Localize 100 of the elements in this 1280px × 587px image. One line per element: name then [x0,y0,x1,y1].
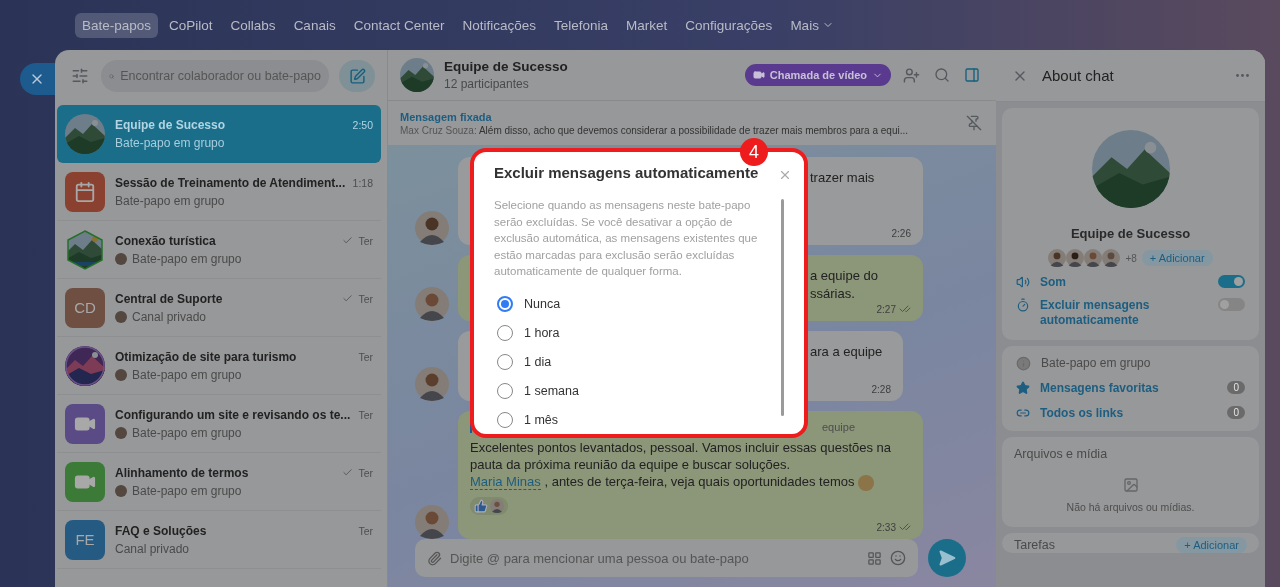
empty-message: Não há arquivos ou mídias. [1066,501,1195,513]
search-placeholder: Encontrar colaborador ou bate-papo [120,69,321,83]
chat-list-item[interactable]: Configurando um site e revisando os te... Ter Bate-papo em grupo [57,395,381,453]
pinned-label: Mensagem fixada [400,110,493,123]
close-icon [778,168,792,182]
chat-time: Ter [358,524,373,537]
chat-time: Ter [358,350,373,363]
chat-time: 2:50 [352,119,373,131]
panel-title: About chat [1042,67,1115,84]
message-text: ara a equipe [810,343,884,361]
more-menu[interactable]: Mais [783,12,841,38]
info-icon [1016,356,1031,371]
send-button[interactable] [928,539,966,577]
send-icon [938,549,956,567]
pen-icon [348,67,366,85]
compose-button[interactable] [339,60,375,92]
chat-time: Ter [358,466,373,479]
chat-subtitle: Canal privado [132,309,207,324]
link-icon [1016,406,1030,420]
chat-title: Conexão turística [115,233,217,248]
thumbs-up-icon [474,498,488,513]
chat-subtitle: Bate-papo em grupo [132,425,242,440]
chat-subtitle: Bate-papo em grupo [132,367,242,382]
chat-list-item[interactable]: Equipe de Sucesso 2:50 Bate-papo em grupo [57,105,381,163]
user-avatar [1084,249,1103,267]
input-placeholder: Digite @ para mencionar uma pessoa ou bate-papo [450,550,750,566]
chat-list-item[interactable]: Sessão de Treinamento de Atendiment... 1:18 Bate-papo em grupo [57,163,381,221]
nav-tab[interactable]: Market [619,12,675,38]
nav-tab[interactable]: Contact Center [346,12,452,38]
chat-title: Alinhamento de termos [115,465,250,480]
more-icon [1236,74,1249,77]
chat-title: Equipe de Sucesso [444,59,569,75]
nav-tab[interactable]: Notificações [455,12,543,38]
section-title: Arquivos e mídia [1014,447,1109,461]
add-user-icon [903,66,920,84]
radio-option[interactable]: 1 hora [494,318,773,348]
chat-time: Ter [358,292,373,305]
setting-label: Excluir mensagens automaticamente [1040,298,1151,328]
chat-name: Equipe de Sucesso [1070,226,1191,241]
pinned-message: Max Cruz Souza: Além disso, acho que devemos considerar a possibilidade de trazer mais membros para a equi... [400,124,910,136]
nav-tab[interactable]: Collabs [223,12,283,38]
user-avatar [415,505,449,539]
toggle-switch[interactable] [1218,275,1245,288]
chat-subtitle: Bate-papo em grupo [132,251,242,266]
chat-title: FAQ e Soluções [115,523,208,538]
message-time: 2:26 [891,228,911,239]
speaker-icon [1016,275,1030,289]
message-text: a equipe do [810,267,879,285]
chat-list-item[interactable]: Otimização de site para turismo Ter Bate-papo em grupo [57,337,381,395]
apps-icon [867,550,882,566]
chat-list-item[interactable]: Alinhamento de termos Ter Bate-papo em grupo [57,453,381,511]
pin-icon [966,115,982,132]
chat-time: 1:18 [352,176,373,189]
nav-tab[interactable]: Telefonia [547,12,616,38]
message-time: 2:28 [871,384,891,395]
emoji-icon [858,474,875,491]
chat-list-item[interactable]: FE FAQ e Soluções Ter Canal privado [57,511,381,569]
chat-title: Central de Suporte [115,291,224,306]
user-avatar [415,367,449,401]
chat-title: Otimização de site para turismo [115,349,298,364]
search-icon [934,67,950,84]
modal-description: Selecione quando as mensagens neste bate-papo serão excluídas. Se você desativar a opção de exclusão automática, as mensagens existentes que estão marcadas para exclusão serão excluídas automaticamente de qualquer forma. [494,198,759,279]
user-avatar [1066,249,1085,267]
modal-title: Excluir mensagens automaticamente [494,164,760,181]
reactions[interactable] [470,496,508,515]
count-badge: 0 [1227,406,1245,419]
attach-icon [427,550,442,566]
chat-list-item[interactable]: CD Central de Suporte Ter Canal privado [57,279,381,337]
message-text: ssárias. [810,285,856,303]
video-call-button[interactable]: Chamada de vídeo [744,64,891,87]
sliders-icon [71,67,89,85]
chat-subtitle: Bate-papo em grupo [132,483,242,498]
nav-tab[interactable]: Bate-papos [75,12,159,38]
more-button[interactable] [1234,72,1251,79]
chat-title: Sessão de Treinamento de Atendiment... [115,175,347,190]
panel-icon [964,67,980,84]
image-icon [1122,477,1139,493]
scrollbar[interactable] [781,199,784,416]
nav-tab[interactable]: Canais [286,12,343,38]
radio-option[interactable]: Nunca [494,289,773,319]
chat-type: Bate-papo em grupo [1041,356,1152,370]
nav-tab[interactable]: CoPilot [162,12,220,38]
step-badge: 4 [740,138,768,166]
chat-subtitle: Bate-papo em grupo [115,136,225,150]
section-title: Tarefas [1014,538,1056,552]
close-button[interactable] [20,63,55,95]
message-text: trazer mais [810,169,876,187]
chat-title: Configurando um site e revisando os te... [115,407,352,422]
user-avatar [490,498,504,513]
timer-icon [1016,298,1030,312]
radio-option[interactable]: 1 dia [494,347,773,377]
message-text: Excelentes pontos levantados, pessoal. Vamos incluir essas questões na pauta da próxima reunião da equipe e buscar soluções. Maria Minas , antes de terça-feira, veja quais oportunidades temos [470,439,893,491]
chat-subtitle: Bate-papo em grupo [115,193,225,208]
chat-time: Ter [358,234,373,247]
nav-tab[interactable]: Configurações [678,12,780,38]
radio-button[interactable] [497,295,513,312]
toggle-switch[interactable] [1218,298,1245,311]
user-avatar [415,211,449,245]
radio-option[interactable]: 1 semana [494,376,773,406]
chat-list-item[interactable]: Conexão turística Ter Bate-papo em grupo [57,221,381,279]
